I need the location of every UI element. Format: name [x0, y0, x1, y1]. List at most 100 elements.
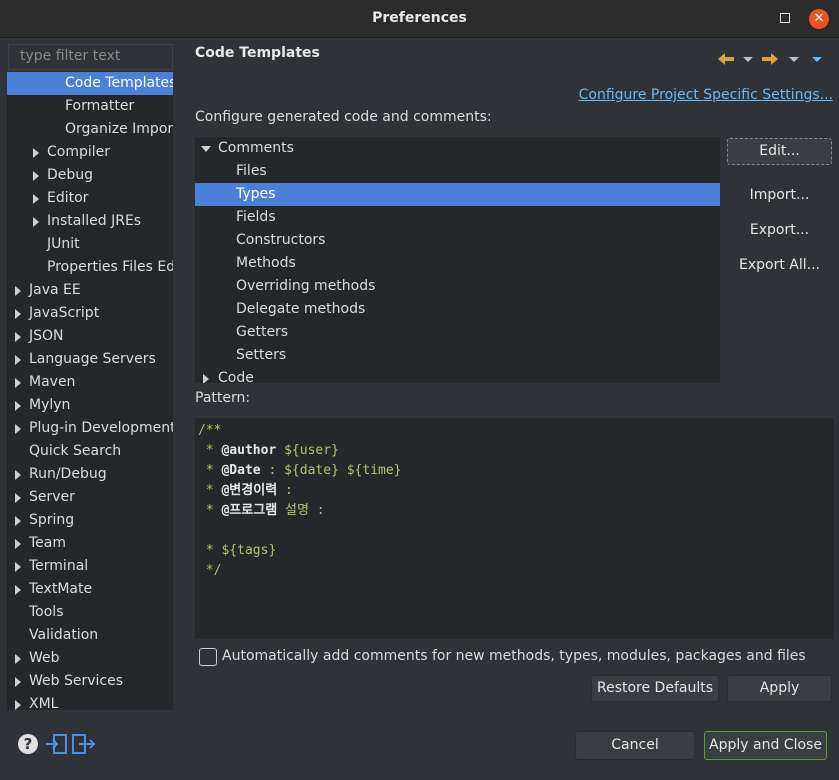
- pattern-text: *: [198, 443, 222, 458]
- expand-arrow-icon[interactable]: [15, 493, 21, 503]
- configure-project-settings-link[interactable]: Configure Project Specific Settings...: [579, 87, 833, 103]
- tree-item-getters[interactable]: Getters: [195, 321, 720, 344]
- export-all-button[interactable]: Export All...: [727, 252, 832, 279]
- nav-item-web[interactable]: Web: [7, 647, 173, 670]
- expand-arrow-icon[interactable]: [33, 217, 39, 227]
- cancel-button[interactable]: Cancel: [575, 731, 695, 760]
- nav-item-compiler[interactable]: Compiler: [7, 141, 173, 164]
- nav-item-label: Compiler: [47, 144, 111, 160]
- nav-item-organize-imports[interactable]: Organize Imports: [7, 118, 173, 141]
- pattern-tag: @author: [221, 443, 277, 458]
- nav-item-formatter[interactable]: Formatter: [7, 95, 173, 118]
- nav-item-plugin-development[interactable]: Plug-in Development: [7, 417, 173, 440]
- close-icon[interactable]: ✕: [809, 9, 829, 29]
- nav-item-web-services[interactable]: Web Services: [7, 670, 173, 693]
- nav-item-maven[interactable]: Maven: [7, 371, 173, 394]
- nav-item-label: Code Templates: [65, 75, 173, 91]
- expand-arrow-icon[interactable]: [15, 424, 21, 434]
- tree-item-delegate-methods[interactable]: Delegate methods: [195, 298, 720, 321]
- pattern-editor[interactable]: /** * @author ${user} * @Date : ${date} …: [195, 418, 834, 639]
- tree-item-comments[interactable]: Comments: [195, 137, 720, 160]
- expand-arrow-icon[interactable]: [15, 654, 21, 664]
- nav-item-spring[interactable]: Spring: [7, 509, 173, 532]
- view-menu-icon[interactable]: [812, 57, 822, 62]
- nav-item-properties-files-editor[interactable]: Properties Files Editor: [7, 256, 173, 279]
- expand-arrow-icon[interactable]: [15, 700, 21, 710]
- nav-item-team[interactable]: Team: [7, 532, 173, 555]
- expand-arrow-icon[interactable]: [33, 148, 39, 158]
- tree-item-constructors[interactable]: Constructors: [195, 229, 720, 252]
- back-arrow-icon[interactable]: [716, 51, 736, 67]
- apply-and-close-button[interactable]: Apply and Close: [704, 731, 827, 760]
- export-preferences-icon[interactable]: [71, 733, 97, 755]
- tree-item-fields[interactable]: Fields: [195, 206, 720, 229]
- expand-arrow-icon[interactable]: [15, 286, 21, 296]
- nav-item-server[interactable]: Server: [7, 486, 173, 509]
- expand-arrow-icon[interactable]: [15, 332, 21, 342]
- tree-item-setters[interactable]: Setters: [195, 344, 720, 367]
- pattern-line: * @Date : ${date} ${time}: [198, 461, 834, 481]
- expand-arrow-icon[interactable]: [33, 171, 39, 181]
- tree-item-methods[interactable]: Methods: [195, 252, 720, 275]
- auto-comments-label[interactable]: Automatically add comments for new metho…: [222, 648, 806, 664]
- collapse-arrow-icon[interactable]: [201, 146, 211, 152]
- expand-arrow-icon[interactable]: [15, 585, 21, 595]
- nav-item-label: Team: [29, 535, 67, 551]
- export-button[interactable]: Export...: [727, 217, 832, 244]
- restore-defaults-button[interactable]: Restore Defaults: [591, 675, 719, 702]
- pattern-line: * @변경이력 :: [198, 481, 834, 501]
- import-preferences-icon[interactable]: [45, 733, 69, 755]
- forward-arrow-icon[interactable]: [760, 51, 780, 67]
- nav-item-java-ee[interactable]: Java EE: [7, 279, 173, 302]
- auto-comments-checkbox[interactable]: [199, 648, 217, 666]
- tree-item-types[interactable]: Types: [195, 183, 720, 206]
- expand-arrow-icon[interactable]: [33, 194, 39, 204]
- expand-arrow-icon[interactable]: [15, 677, 21, 687]
- nav-item-textmate[interactable]: TextMate: [7, 578, 173, 601]
- expand-arrow-icon[interactable]: [203, 374, 209, 383]
- nav-item-debug[interactable]: Debug: [7, 164, 173, 187]
- forward-menu-icon[interactable]: [789, 57, 799, 62]
- nav-item-terminal[interactable]: Terminal: [7, 555, 173, 578]
- nav-item-code-templates[interactable]: Code Templates: [7, 72, 173, 95]
- nav-item-language-servers[interactable]: Language Servers: [7, 348, 173, 371]
- nav-item-label: Spring: [29, 512, 75, 528]
- nav-item-run-debug[interactable]: Run/Debug: [7, 463, 173, 486]
- expand-arrow-icon[interactable]: [15, 378, 21, 388]
- nav-item-xml[interactable]: XML: [7, 693, 173, 710]
- back-menu-icon[interactable]: [743, 57, 753, 62]
- pattern-line: */: [198, 563, 222, 578]
- expand-arrow-icon[interactable]: [15, 516, 21, 526]
- tree-item-overriding-methods[interactable]: Overriding methods: [195, 275, 720, 298]
- tree-item-label: Delegate methods: [236, 301, 366, 317]
- edit-button[interactable]: Edit...: [727, 138, 832, 165]
- pattern-text: : ${date} ${time}: [260, 463, 402, 478]
- nav-item-label: JSON: [29, 328, 64, 344]
- help-icon[interactable]: ?: [18, 734, 38, 754]
- nav-item-junit[interactable]: JUnit: [7, 233, 173, 256]
- apply-button[interactable]: Apply: [727, 675, 832, 702]
- nav-item-json[interactable]: JSON: [7, 325, 173, 348]
- pattern-text: *: [198, 483, 222, 498]
- nav-item-mylyn[interactable]: Mylyn: [7, 394, 173, 417]
- nav-item-tools[interactable]: Tools: [7, 601, 173, 624]
- tree-item-files[interactable]: Files: [195, 160, 720, 183]
- expand-arrow-icon[interactable]: [15, 539, 21, 549]
- nav-item-javascript[interactable]: JavaScript: [7, 302, 173, 325]
- expand-arrow-icon[interactable]: [15, 470, 21, 480]
- nav-item-label: Web: [29, 650, 60, 666]
- nav-item-installed-jres[interactable]: Installed JREs: [7, 210, 173, 233]
- nav-item-editor[interactable]: Editor: [7, 187, 173, 210]
- import-button[interactable]: Import...: [727, 182, 832, 209]
- expand-arrow-icon[interactable]: [15, 355, 21, 365]
- nav-item-label: Formatter: [65, 98, 135, 114]
- nav-item-quick-search[interactable]: Quick Search: [7, 440, 173, 463]
- expand-arrow-icon[interactable]: [15, 401, 21, 411]
- maximize-icon[interactable]: [780, 13, 790, 23]
- pattern-line: * @author ${user}: [198, 441, 834, 461]
- expand-arrow-icon[interactable]: [15, 562, 21, 572]
- filter-input[interactable]: type filter text: [8, 44, 173, 70]
- tree-item-code[interactable]: Code: [195, 367, 720, 383]
- nav-item-validation[interactable]: Validation: [7, 624, 173, 647]
- expand-arrow-icon[interactable]: [15, 309, 21, 319]
